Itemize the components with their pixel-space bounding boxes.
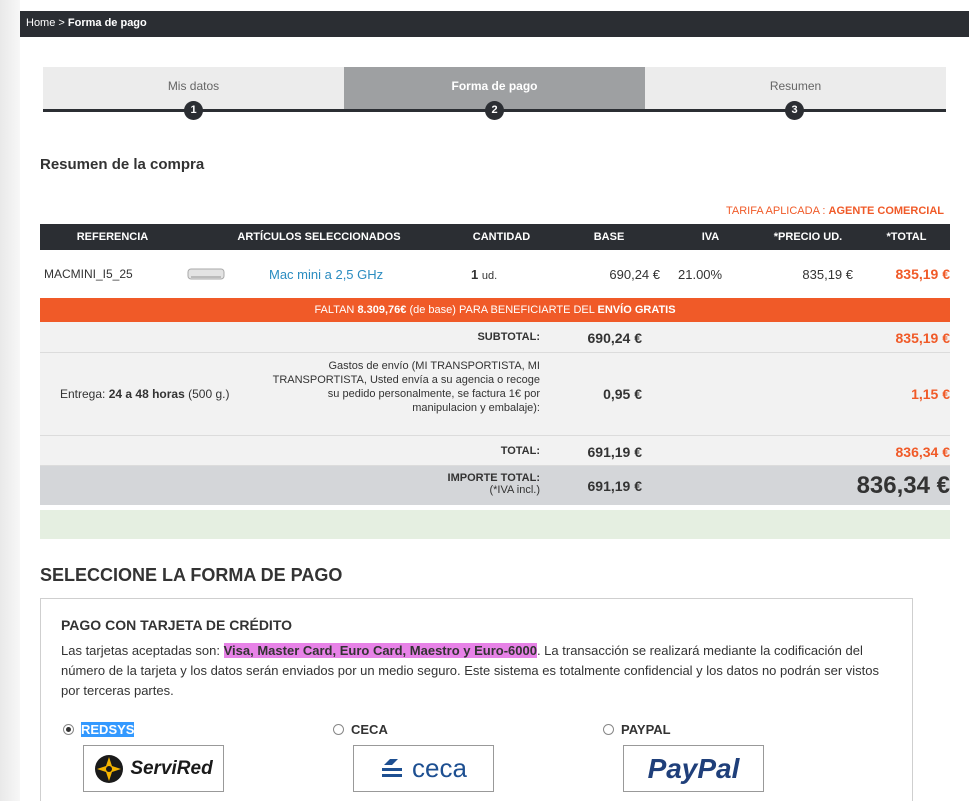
importe-label-block: IMPORTE TOTAL: (*IVA incl.) [448,472,540,496]
tarifa-aplicada: TARIFA APLICADA : AGENTE COMERCIAL [726,205,944,217]
header-precio: *PRECIO UD. [753,224,863,250]
radio-ceca[interactable] [333,724,344,735]
header-total: *TOTAL [863,224,950,250]
payment-section-title: SELECCIONE LA FORMA DE PAGO [40,565,343,585]
total-total: 836,34 € [895,444,951,460]
header-referencia: REFERENCIA [40,224,185,250]
servired-logo[interactable]: ServiRed [83,745,224,792]
shipping-row: Entrega: 24 a 48 horas (500 g.) Gastos d… [40,353,950,436]
qty-unit: ud. [481,269,498,282]
accepted-cards: Visa, Master Card, Euro Card, Maestro y … [223,643,537,658]
product-qty: 1 ud. [453,250,550,298]
paypal-wordmark: PayPal [647,752,740,784]
cart-header-row: REFERENCIA ARTÍCULOS SELECCIONADOS CANTI… [40,224,950,250]
product-name-link[interactable]: Mac mini a 2,5 GHz [269,267,383,282]
entrega-weight: (500 g.) [188,387,230,401]
servired-wordmark: ServiRed [130,757,213,779]
subtotal-total: 835,19 € [895,330,951,346]
radio-paypal[interactable] [603,724,614,735]
entrega-label: Entrega: [60,387,106,401]
importe-note: (*IVA incl.) [489,484,540,496]
breadcrumb: Home > Forma de pago [20,11,969,37]
tarifa-value: AGENTE COMERCIAL [828,205,945,217]
header-cantidad: CANTIDAD [453,224,550,250]
product-precio: 835,19 € [802,266,853,282]
entrega-info: Entrega: 24 a 48 horas (500 g.) [60,387,229,401]
importe-base: 691,19 € [587,478,643,494]
qty-value: 1 [471,266,479,282]
subtotal-row: SUBTOTAL: 690,24 € 835,19 € [40,322,950,353]
left-gutter [0,0,20,801]
product-total: 835,19 € [895,266,951,282]
totals-block: SUBTOTAL: 690,24 € 835,19 € Entrega: 24 … [40,322,950,505]
importe-label: IMPORTE TOTAL: [447,472,540,484]
header-iva: IVA [668,224,753,250]
header-base: BASE [550,224,668,250]
product-iva: 21.00% [678,266,723,282]
product-ref: MACMINI_I5_25 [44,267,133,281]
ceca-wordmark: ceca [412,753,467,783]
banner-mid: (de base) PARA BENEFICIARTE DEL [409,304,595,316]
radio-redsys[interactable] [63,724,74,735]
credit-card-title: PAGO CON TARJETA DE CRÉDITO [61,617,293,633]
shipping-description: Gastos de envío (MI TRANSPORTISTA, MI TR… [272,360,540,414]
total-row: TOTAL: 691,19 € 836,34 € [40,436,950,466]
free-shipping-banner: FALTAN 8.309,76€ (de base) PARA BENEFICI… [40,298,950,322]
step-number-3: 3 [785,101,804,120]
option-ceca[interactable]: CECA [333,722,388,737]
banner-strong: ENVÍO GRATIS [597,304,676,316]
banner-pre: FALTAN [314,304,355,316]
subtotal-base: 690,24 € [587,330,643,346]
step-number-2: 2 [485,101,504,120]
option-redsys[interactable]: REDSYS [63,722,135,737]
cart-table: REFERENCIA ARTÍCULOS SELECCIONADOS CANTI… [40,224,950,298]
credit-card-box: PAGO CON TARJETA DE CRÉDITO Las tarjetas… [40,598,913,801]
breadcrumb-current: Forma de pago [67,17,147,29]
header-articulos: ARTÍCULOS SELECCIONADOS [185,224,453,250]
breadcrumb-home-link[interactable]: Home [26,17,55,29]
product-base: 690,24 € [609,266,660,282]
step-number-1: 1 [184,101,203,120]
product-cell: Mac mini a 2,5 GHz [185,250,453,298]
breadcrumb-separator: > [58,17,65,29]
option-label: PAYPAL [621,722,671,737]
step-label: Resumen [769,79,822,93]
option-label: CECA [351,722,388,737]
entrega-value: 24 a 48 horas [108,387,185,401]
info-bar [40,510,950,539]
shipping-total: 1,15 € [911,386,950,402]
text-pre: Las tarjetas aceptadas son: [61,643,220,658]
shipping-base: 0,95 € [603,386,642,402]
total-label: TOTAL: [500,445,540,457]
paypal-logo[interactable]: PayPal [623,745,764,792]
tarifa-label: TARIFA APLICADA : [725,205,826,217]
importe-total: 836,34 € [856,472,950,499]
table-row: MACMINI_I5_25 Mac mini a 2,5 GHz 1 ud. 6… [40,250,950,298]
ceca-icon [382,758,403,777]
option-label: REDSYS [81,722,135,737]
servired-icon [95,754,124,783]
ceca-logo[interactable]: ceca [353,745,494,792]
banner-amount: 8.309,76€ [357,304,407,316]
importe-row: IMPORTE TOTAL: (*IVA incl.) 691,19 € 836… [40,466,950,505]
total-base: 691,19 € [587,444,643,460]
subtotal-label: SUBTOTAL: [477,331,540,343]
product-thumbnail[interactable] [187,267,227,281]
step-label: Forma de pago [451,79,538,93]
credit-card-text: Las tarjetas aceptadas son: Visa, Master… [61,641,901,701]
summary-title: Resumen de la compra [40,156,205,173]
step-label: Mis datos [167,79,220,93]
option-paypal[interactable]: PAYPAL [603,722,671,737]
